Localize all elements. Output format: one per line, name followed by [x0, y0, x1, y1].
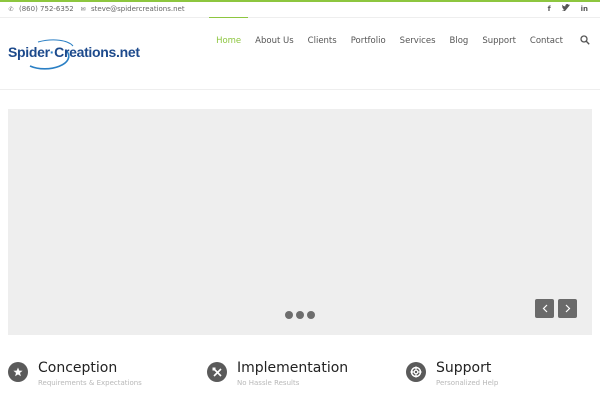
feature-implementation: Implementation No Hassle Results: [207, 360, 397, 400]
search-icon: [580, 35, 590, 45]
feature-subtitle: Personalized Help: [436, 379, 499, 387]
hero-slider: [8, 109, 592, 335]
nav-search[interactable]: [570, 18, 600, 90]
nav-portfolio[interactable]: Portfolio: [344, 18, 393, 90]
nav-home[interactable]: Home: [209, 17, 249, 90]
email-address: steve@spidercreations.net: [91, 5, 185, 13]
logo-part-1: Spider: [8, 44, 50, 60]
top-bar: ✆ (860) 752-6352 ✉ steve@spidercreations…: [0, 2, 600, 18]
feature-support: Support Personalized Help: [406, 360, 586, 400]
feature-title: Conception: [38, 360, 118, 376]
nav-services[interactable]: Services: [393, 18, 443, 90]
slider-dot[interactable]: [296, 311, 304, 319]
chevron-right-icon: [565, 304, 570, 313]
linkedin-icon[interactable]: in: [581, 4, 588, 14]
twitter-icon[interactable]: [561, 4, 570, 14]
star-icon: [8, 362, 28, 382]
slider-prev-button[interactable]: [535, 299, 554, 318]
nav-about-us[interactable]: About Us: [248, 18, 300, 90]
phone-number: (860) 752-6352: [19, 5, 74, 13]
email-contact[interactable]: ✉ steve@spidercreations.net: [80, 5, 185, 13]
slider-pagination: [285, 311, 315, 319]
feature-title: Support: [436, 360, 492, 376]
tools-icon: [207, 362, 227, 382]
facebook-icon[interactable]: f: [548, 4, 551, 14]
phone-contact[interactable]: ✆ (860) 752-6352: [8, 5, 74, 13]
slider-dot[interactable]: [285, 311, 293, 319]
nav-support[interactable]: Support: [475, 18, 523, 90]
nav-contact[interactable]: Contact: [523, 18, 570, 90]
feature-subtitle: Requirements & Expectations: [38, 379, 142, 387]
lifebuoy-icon: [406, 362, 426, 382]
feature-title: Implementation: [237, 360, 349, 376]
nav-clients[interactable]: Clients: [301, 18, 344, 90]
slider-dot[interactable]: [307, 311, 315, 319]
logo-text: Spider·Creations.net: [8, 44, 140, 60]
phone-icon: ✆: [8, 5, 14, 13]
site-header: Spider·Creations.net Home About Us Clien…: [0, 17, 600, 90]
email-icon: ✉: [80, 5, 86, 13]
logo-part-2: Creations.net: [54, 44, 140, 60]
main-nav: Home About Us Clients Portfolio Services…: [209, 17, 600, 90]
nav-blog[interactable]: Blog: [443, 18, 476, 90]
slider-next-button[interactable]: [558, 299, 577, 318]
site-logo[interactable]: Spider·Creations.net: [8, 36, 140, 72]
social-links: f in: [548, 4, 588, 14]
feature-subtitle: No Hassle Results: [237, 379, 300, 387]
feature-conception: Conception Requirements & Expectations: [8, 360, 188, 400]
chevron-left-icon: [542, 304, 547, 313]
